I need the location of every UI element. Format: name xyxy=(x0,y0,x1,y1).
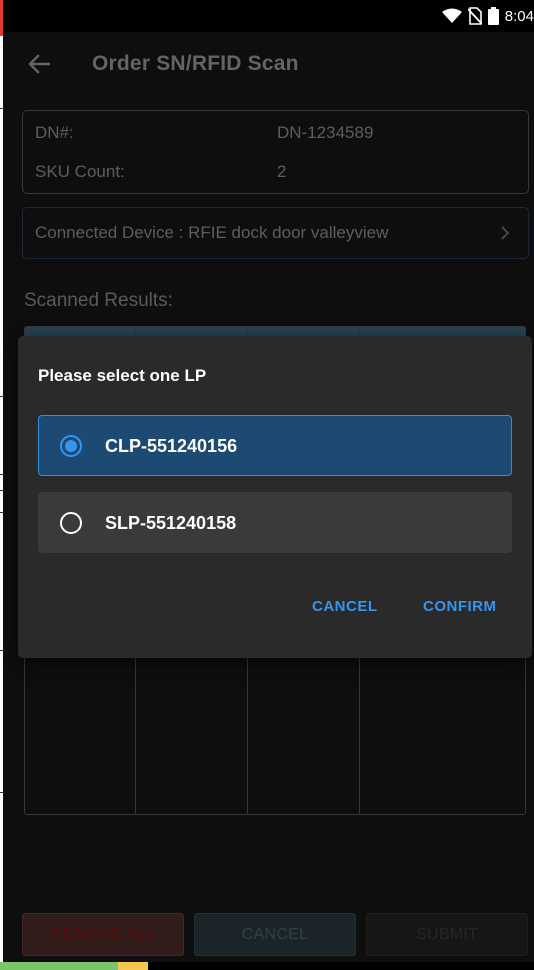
lp-option-label: SLP-551240158 xyxy=(105,513,237,533)
lp-option-label: CLP-551240156 xyxy=(105,436,238,456)
radio-unselected-icon[interactable] xyxy=(60,512,82,534)
wifi-icon xyxy=(441,8,462,23)
status-bar: 8:04 xyxy=(3,0,534,32)
dialog-confirm-button[interactable]: CONFIRM xyxy=(423,598,497,615)
radio-selected-icon[interactable] xyxy=(60,435,82,457)
select-lp-dialog: Please select one LP CLP-551240156 SLP-5… xyxy=(18,336,532,658)
no-sim-icon xyxy=(467,7,482,25)
lp-option-slp[interactable]: SLP-551240158 xyxy=(38,492,512,553)
taskbar-stripe xyxy=(0,962,534,970)
battery-icon xyxy=(487,7,499,25)
lp-option-clp[interactable]: CLP-551240156 xyxy=(38,415,512,476)
dialog-title: Please select one LP xyxy=(38,366,207,385)
status-time: 8:04 xyxy=(504,7,534,25)
dialog-cancel-button[interactable]: CANCEL xyxy=(312,598,378,615)
